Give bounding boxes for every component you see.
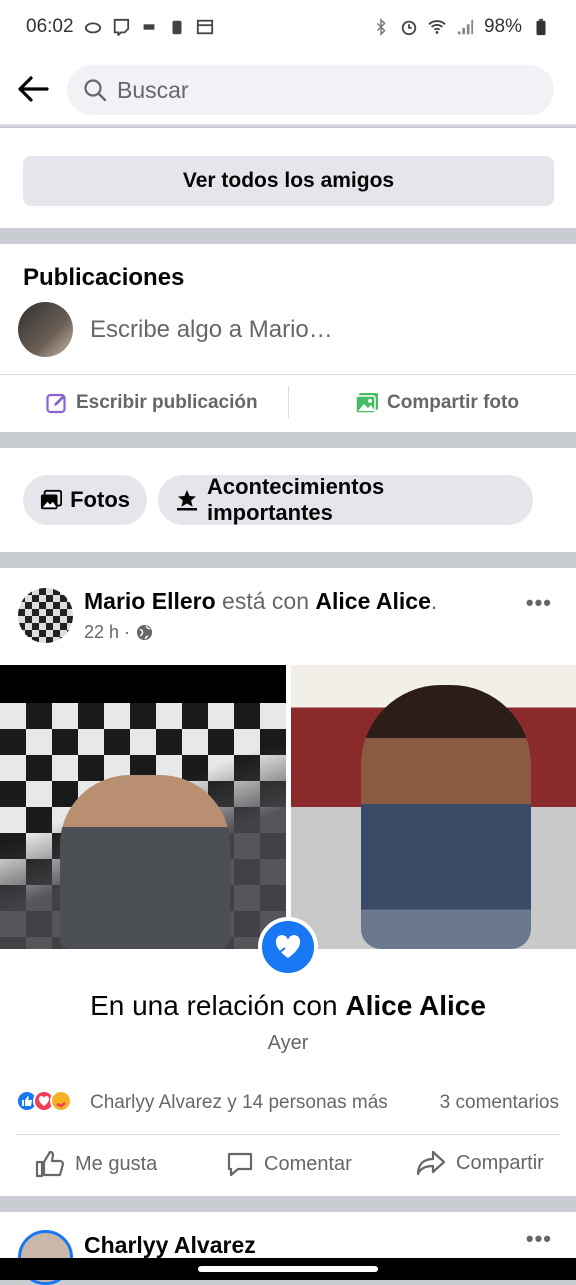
photos-filter-button[interactable]: Fotos [23,475,147,525]
publications-section: Publicaciones Escribe algo a Mario… Escr… [0,244,576,432]
relationship-badge [258,917,318,977]
status-bar: 06:02 98% [0,0,576,54]
friends-section: Ver todos los amigos [0,128,576,228]
wifi-icon [428,20,446,34]
photos-icon [40,489,63,510]
section-title: Publicaciones [23,264,185,291]
comments-count[interactable]: 3 comentarios [440,1092,559,1114]
care-reaction-icon [50,1090,72,1112]
share-photo-label: Compartir foto [387,392,519,413]
arrow-left-icon [18,76,49,102]
see-all-friends-button[interactable]: Ver todos los amigos [23,156,554,206]
post-author-avatar[interactable] [18,588,73,643]
life-events-filter-button[interactable]: Acontecimientos importantes [158,474,533,525]
reactions-summary[interactable]: Charlyy Alvarez y 14 personas más [90,1092,388,1114]
bluetooth-icon [376,18,386,36]
cloud-icon [84,22,101,34]
app-icon [143,24,154,30]
person-figure [60,775,230,949]
photos-label: Fotos [70,487,130,512]
search-icon [84,79,107,102]
comment-button[interactable]: Comentar [226,1150,352,1178]
status-time: 06:02 [26,16,74,37]
write-post-label: Escribir publicación [76,392,258,413]
next-post-author[interactable]: Charlyy Alvarez [84,1232,256,1259]
battery-saver-icon [172,20,182,35]
heart-icon [275,935,301,958]
share-icon [416,1150,446,1176]
share-label: Compartir [456,1151,544,1174]
post-header-text: Mario Ellero está con Alice Alice. [84,588,437,615]
relationship-partner[interactable]: Alice Alice [345,990,486,1021]
person-figure [361,685,531,949]
post-period: . [430,588,438,614]
battery-icon [536,18,546,36]
share-photo-button[interactable]: Compartir foto [355,392,519,414]
edit-icon [46,393,66,414]
life-events-label: Acontecimientos importantes [206,474,385,525]
composer-input[interactable]: Escribe algo a Mario… [90,316,333,344]
more-options-button[interactable]: ••• [526,1226,552,1252]
profile-avatar[interactable] [18,302,73,357]
like-label: Me gusta [75,1152,158,1175]
post-author-name[interactable]: Mario Ellero [84,588,216,614]
relationship-date: Ayer [267,1032,309,1054]
star-flag-icon [176,490,197,511]
alarm-icon [401,20,417,36]
more-options-button[interactable]: ••• [526,590,552,616]
signal-icon [457,19,474,35]
home-gesture-handle[interactable] [198,1266,378,1272]
share-button[interactable]: Compartir [416,1150,544,1176]
search-field[interactable] [67,65,554,115]
thumbs-up-icon [35,1150,65,1178]
calendar-icon [196,19,213,35]
globe-icon [136,624,153,641]
photo-icon [355,393,378,414]
post-photo-left[interactable] [0,665,286,949]
search-header [0,54,576,126]
next-post-card: Charlyy Alvarez ••• [0,1212,576,1285]
write-post-button[interactable]: Escribir publicación [46,392,258,414]
divider [16,1134,560,1135]
divider [288,386,289,418]
relationship-title: En una relación con Alice Alice [0,990,576,1022]
filters-section: Fotos Acontecimientos importantes [0,448,576,552]
post-time[interactable]: 22 h · [84,622,130,643]
tagged-person-name[interactable]: Alice Alice [315,588,430,614]
comment-icon [227,1152,253,1177]
system-navigation-bar [0,1258,576,1280]
like-button[interactable]: Me gusta [35,1150,157,1178]
twitch-icon [113,18,129,36]
relationship-prefix: En una relación con [90,990,346,1021]
divider [0,374,576,375]
battery-percent: 98% [483,16,522,37]
post-meta: 22 h · [84,622,153,643]
back-button[interactable] [0,53,66,125]
post-connector: está con [215,588,316,614]
post-photo-right[interactable] [291,665,576,949]
search-input[interactable] [117,76,517,104]
reaction-icons[interactable] [16,1090,72,1112]
comment-label: Comentar [264,1152,352,1175]
